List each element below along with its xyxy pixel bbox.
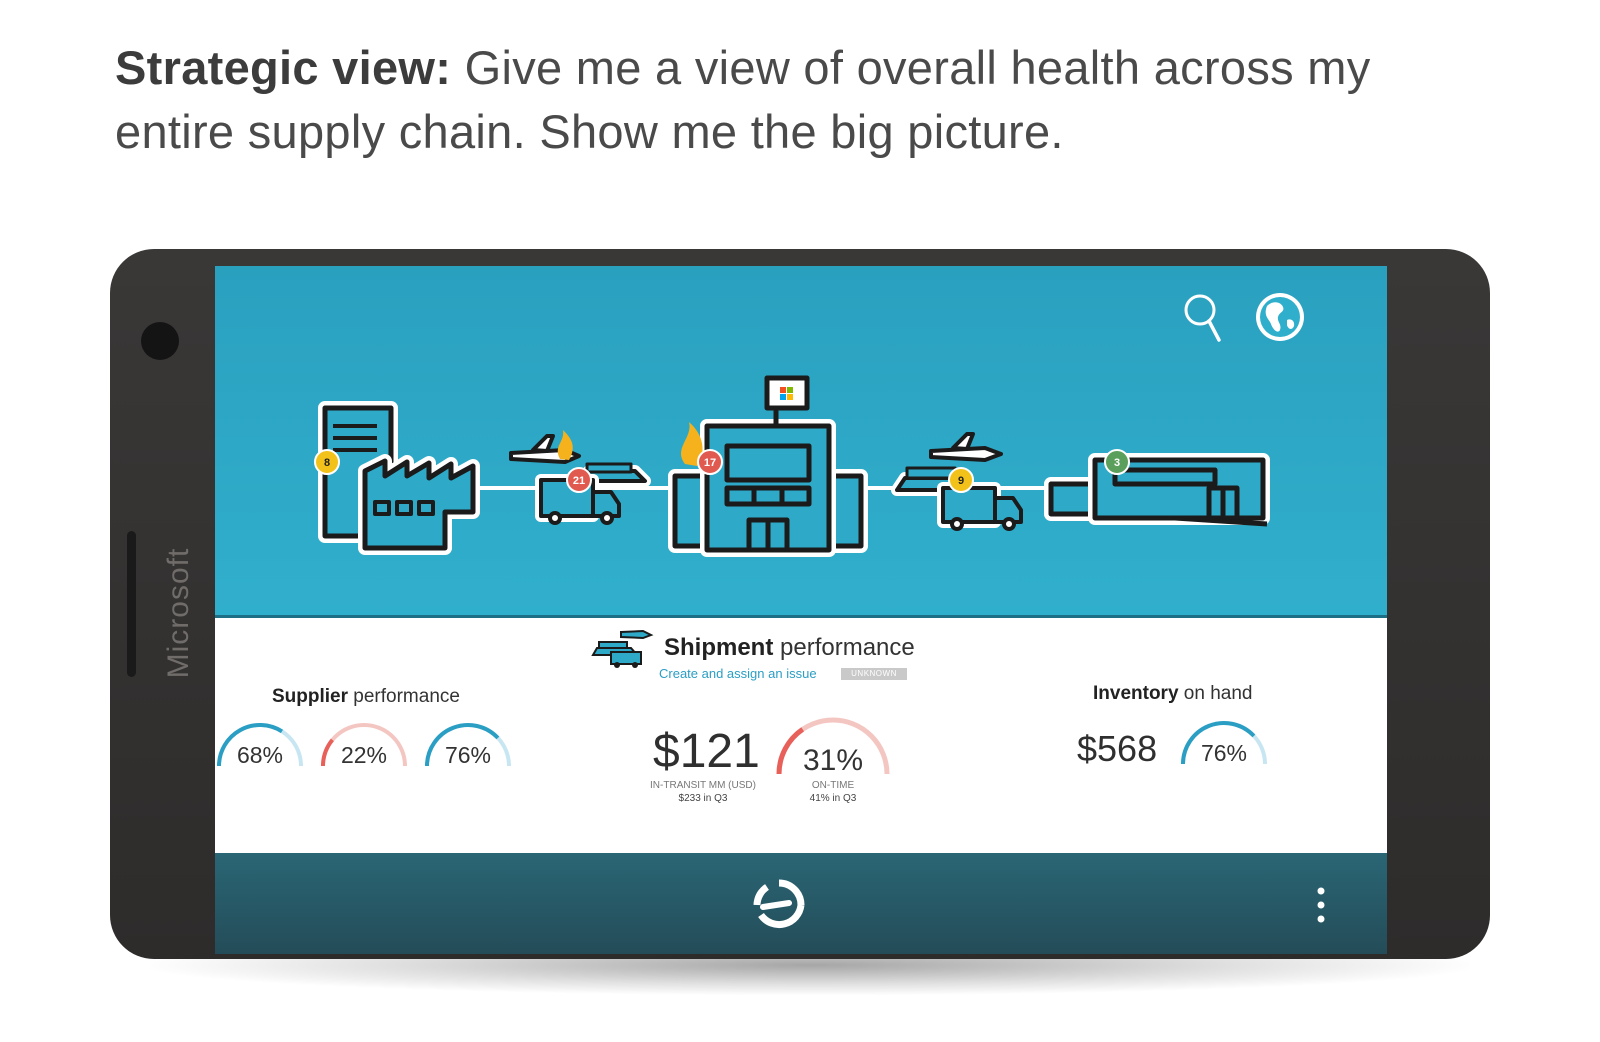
supply-chain-illustration xyxy=(318,375,1270,557)
more-vert-icon[interactable] xyxy=(1313,885,1329,925)
in-transit-value: $121 xyxy=(653,725,760,778)
side-speaker xyxy=(127,531,136,677)
app-screen: 8 21 17 9 3 Shipment performance Create … xyxy=(215,266,1387,954)
headline: Strategic view: Give me a view of overal… xyxy=(115,36,1495,164)
shipment-title-rest: performance xyxy=(773,634,915,661)
supplier-gauge-label: 76% xyxy=(444,742,492,768)
shipment-title-bold: Shipment xyxy=(664,634,774,661)
supplier-title-bold: Supplier xyxy=(272,686,349,707)
app-logo-icon[interactable] xyxy=(751,877,807,933)
on-time-label: 31% xyxy=(802,744,864,777)
badge-value: 3 xyxy=(1114,457,1120,469)
inventory-title-rest: on hand xyxy=(1178,683,1253,704)
alert-count-badge[interactable]: 17 xyxy=(696,448,724,476)
shipment-title: Shipment performance xyxy=(664,634,915,662)
bottom-app-bar xyxy=(215,853,1387,954)
supplier-title-rest: performance xyxy=(348,686,460,707)
in-transit-caption: IN-TRANSIT MM (USD) xyxy=(650,780,756,791)
inventory-value: $568 xyxy=(1077,728,1158,769)
alert-count-badge[interactable]: 9 xyxy=(947,466,975,494)
inventory-title-bold: Inventory xyxy=(1093,683,1179,704)
camera-icon xyxy=(141,322,179,360)
alert-count-badge[interactable]: 8 xyxy=(313,448,341,476)
inventory-gauge-label: 76% xyxy=(1200,740,1248,766)
inventory-title: Inventory on hand xyxy=(1093,683,1253,705)
on-time-caption: ON-TIME xyxy=(811,780,855,791)
on-time-sub: 41% in Q3 xyxy=(809,793,857,804)
supply-chain-hero: 8 21 17 9 3 xyxy=(215,266,1387,618)
create-issue-link[interactable]: Create and assign an issue xyxy=(659,666,817,681)
supplier-gauge-label: 68% xyxy=(236,742,284,768)
badge-value: 9 xyxy=(958,475,964,487)
status-tag: UNKNOWN xyxy=(841,668,907,680)
phone-device: Microsoft 8 21 17 9 3 Shipment performan… xyxy=(110,249,1490,959)
supplier-factory-icon xyxy=(318,401,480,555)
retail-store-icon xyxy=(1044,453,1270,527)
alert-count-badge[interactable]: 3 xyxy=(1103,448,1131,476)
metrics-panel: Shipment performance Create and assign a… xyxy=(215,618,1387,853)
shipment-icon xyxy=(591,629,654,668)
in-transit-sub: $233 in Q3 xyxy=(678,793,728,804)
badge-value: 21 xyxy=(573,475,585,487)
supplier-title: Supplier performance xyxy=(272,686,460,708)
badge-value: 17 xyxy=(704,457,716,469)
device-brand: Microsoft xyxy=(162,547,195,679)
badge-value: 8 xyxy=(324,457,330,469)
supplier-gauge-label: 22% xyxy=(340,742,388,768)
headline-bold: Strategic view: xyxy=(115,41,452,94)
alert-count-badge[interactable]: 21 xyxy=(565,466,593,494)
